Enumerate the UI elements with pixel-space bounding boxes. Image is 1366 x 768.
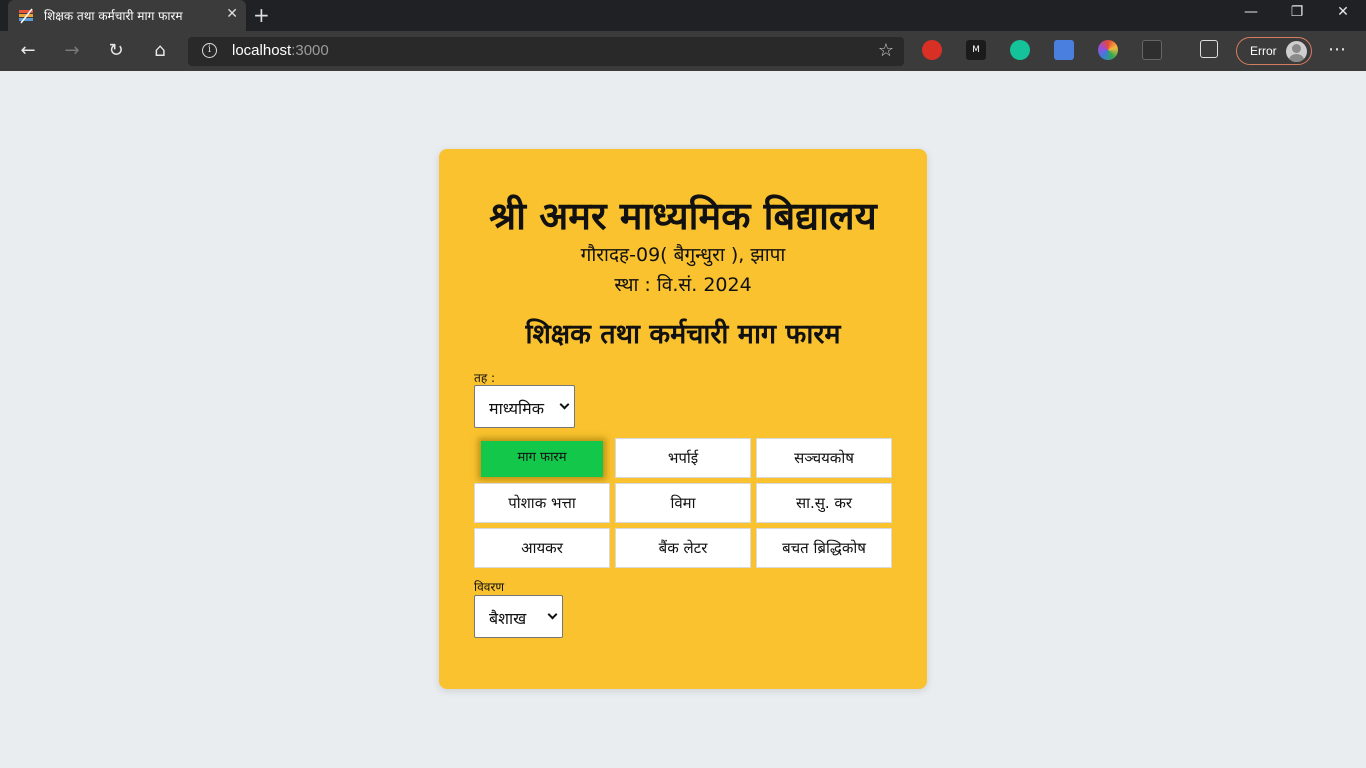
back-icon[interactable]: ←: [16, 39, 40, 63]
browser-tabbar: शिक्षक तथा कर्मचारी माग फारम ✕ + — ❐ ✕: [0, 0, 1366, 31]
form-title: शिक्षक तथा कर्मचारी माग फारम: [525, 319, 841, 350]
uniform-allowance-button[interactable]: पोशाक भत्ता: [474, 483, 610, 523]
grammarly-extension-icon[interactable]: [1010, 40, 1030, 60]
bank-letter-button[interactable]: बैंक लेटर: [615, 528, 751, 568]
tab-title: शिक्षक तथा कर्मचारी माग फारम: [44, 9, 183, 23]
social-security-tax-button[interactable]: सा.सु. कर: [756, 483, 892, 523]
m-extension-icon[interactable]: M: [966, 40, 986, 60]
site-info-icon[interactable]: i: [202, 43, 217, 58]
browser-toolbar: ← → ↻ ⌂ i localhost:3000 ☆ M Error ⋯: [0, 31, 1366, 71]
app-favicon-icon: [19, 8, 33, 24]
savings-fund-button[interactable]: बचत ब्रिद्धिकोष: [756, 528, 892, 568]
provident-fund-button[interactable]: सञ्चयकोष: [756, 438, 892, 478]
extension-icon[interactable]: [1142, 40, 1162, 60]
collections-icon[interactable]: [1200, 40, 1218, 58]
adblock-extension-icon[interactable]: [922, 40, 942, 60]
new-tab-icon[interactable]: +: [253, 3, 270, 27]
level-label: तह :: [474, 371, 496, 385]
school-address: गौरादह-09( बैगुन्धुरा ), झापा: [580, 244, 786, 266]
close-tab-icon[interactable]: ✕: [226, 6, 238, 22]
more-menu-icon[interactable]: ⋯: [1328, 39, 1346, 60]
school-name: श्री अमर माध्यमिक बिद्यालय: [489, 194, 877, 238]
profile-button[interactable]: Error: [1236, 37, 1312, 65]
insurance-button[interactable]: विमा: [615, 483, 751, 523]
refresh-icon[interactable]: ↻: [104, 39, 128, 63]
income-tax-button[interactable]: आयकर: [474, 528, 610, 568]
level-select[interactable]: माध्यमिक: [474, 385, 575, 428]
chevron-down-icon: [559, 399, 570, 410]
minimize-icon[interactable]: —: [1228, 4, 1274, 20]
restore-icon[interactable]: ❐: [1274, 4, 1320, 20]
window-close-icon[interactable]: ✕: [1320, 4, 1366, 20]
month-select[interactable]: बैशाख: [474, 595, 563, 638]
demand-form-button[interactable]: माग फारम: [481, 441, 603, 477]
school-established: स्था : वि.सं. 2024: [614, 274, 752, 296]
translate-extension-icon[interactable]: [1054, 40, 1074, 60]
form-card: श्री अमर माध्यमिक बिद्यालय गौरादह-09( बै…: [439, 149, 927, 689]
address-bar[interactable]: i localhost:3000 ☆: [188, 37, 904, 66]
reimbursement-button[interactable]: भर्पाई: [615, 438, 751, 478]
home-icon[interactable]: ⌂: [148, 39, 172, 63]
favorite-star-icon[interactable]: ☆: [878, 40, 894, 61]
details-label: विवरण: [474, 580, 505, 594]
color-picker-extension-icon[interactable]: [1098, 40, 1118, 60]
avatar: [1286, 41, 1307, 62]
chevron-down-icon: [547, 609, 558, 620]
browser-tab[interactable]: शिक्षक तथा कर्मचारी माग फारम ✕: [8, 0, 246, 31]
forward-icon[interactable]: →: [60, 39, 84, 63]
url-text[interactable]: localhost:3000: [232, 42, 329, 59]
